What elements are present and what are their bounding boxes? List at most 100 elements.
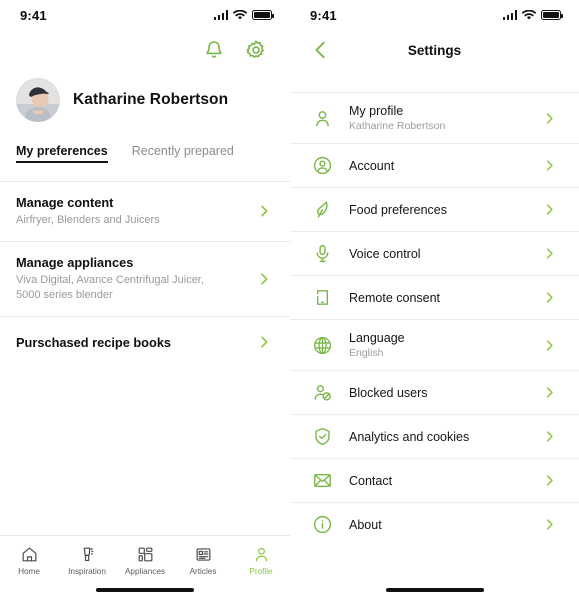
nav-item-appliances[interactable]: Appliances xyxy=(116,545,174,576)
chevron-right-icon[interactable] xyxy=(256,334,272,350)
nav-item-profile[interactable]: Profile xyxy=(232,545,290,576)
chevron-right-icon[interactable] xyxy=(542,385,557,400)
settings-item-text: Analytics and cookies xyxy=(349,430,526,444)
list-item-title: Manage content xyxy=(16,195,114,210)
chevron-right-icon[interactable] xyxy=(256,271,272,287)
bottom-navigation: Home Inspiration Appliances Articles Pro… xyxy=(0,535,290,576)
settings-item-label: Voice control xyxy=(349,246,421,261)
list-item-manage-appliances[interactable]: Manage appliances Viva Digital, Avance C… xyxy=(0,240,290,316)
settings-item-text: Language English xyxy=(349,331,526,359)
settings-item-label: Contact xyxy=(349,473,393,488)
blender-inspiration-icon xyxy=(83,547,93,562)
globe-language-icon xyxy=(313,336,332,354)
leaf-food-icon xyxy=(317,201,328,218)
nav-item-home[interactable]: Home xyxy=(0,545,58,576)
nav-item-articles[interactable]: Articles xyxy=(174,545,232,576)
status-time: 9:41 xyxy=(310,7,337,23)
nav-label: Profile xyxy=(249,567,273,576)
settings-item-contact[interactable]: Contact xyxy=(290,458,579,502)
chevron-right-icon[interactable] xyxy=(542,202,557,217)
battery-icon xyxy=(252,10,274,20)
pref-text: Purschased recipe books xyxy=(16,335,183,350)
settings-item-sublabel: Katharine Robertson xyxy=(349,120,446,132)
settings-list: My profile Katharine Robertson Account F… xyxy=(290,92,579,546)
page-title: Settings xyxy=(407,42,462,58)
status-time: 9:41 xyxy=(20,7,47,23)
settings-item-language[interactable]: Language English xyxy=(290,319,579,370)
article-document-icon xyxy=(196,548,210,561)
list-item-subtitle: Viva Digital, Avance Centrifugal Juicer,… xyxy=(16,273,204,301)
settings-gear-icon[interactable] xyxy=(244,38,268,62)
settings-item-label: Food preferences xyxy=(349,202,447,217)
chevron-left-back-icon[interactable] xyxy=(310,39,332,61)
battery-icon xyxy=(541,10,563,20)
preferences-list: Manage content Airfryer, Blenders and Ju… xyxy=(0,181,290,368)
blocked-user-icon xyxy=(314,385,331,401)
envelope-mail-icon xyxy=(314,474,331,487)
phone-remote-icon xyxy=(316,290,329,305)
settings-item-text: Contact xyxy=(349,474,526,488)
chevron-right-icon[interactable] xyxy=(542,290,557,305)
list-item-title: Manage appliances xyxy=(16,254,134,270)
profile-screen: 9:41 Katharine Robertson My preferences … xyxy=(0,0,290,600)
settings-item-text: Remote consent xyxy=(349,291,526,305)
chevron-right-icon[interactable] xyxy=(542,111,557,126)
home-indicator xyxy=(96,588,194,592)
settings-item-text: Account xyxy=(349,159,526,173)
nav-label: Inspiration xyxy=(68,567,106,576)
settings-item-food-preferences[interactable]: Food preferences xyxy=(290,187,579,231)
home-icon xyxy=(22,547,36,562)
profile-header[interactable]: Katharine Robertson xyxy=(0,64,290,122)
status-bar-left: 9:41 xyxy=(0,0,290,30)
settings-item-my-profile[interactable]: My profile Katharine Robertson xyxy=(290,92,579,143)
preference-tabs: My preferences Recently prepared xyxy=(0,122,290,163)
cellular-signal-icon xyxy=(213,10,228,20)
person-profile-icon xyxy=(255,547,267,562)
notifications-bell-icon[interactable] xyxy=(202,38,226,62)
settings-item-text: My profile Katharine Robertson xyxy=(349,104,526,132)
nav-label: Home xyxy=(18,567,40,576)
nav-item-inspiration[interactable]: Inspiration xyxy=(58,545,116,576)
settings-item-text: Blocked users xyxy=(349,386,526,400)
chevron-right-icon[interactable] xyxy=(542,429,557,444)
microphone-icon xyxy=(316,244,329,263)
chevron-right-icon[interactable] xyxy=(542,338,557,353)
dual-phone-screenshot: 9:41 Katharine Robertson My preferences … xyxy=(0,0,579,600)
avatar[interactable] xyxy=(16,78,60,122)
settings-item-about[interactable]: About xyxy=(290,502,579,546)
nav-label: Appliances xyxy=(124,567,166,576)
info-circle-icon xyxy=(313,515,332,534)
person-icon xyxy=(316,110,329,126)
wifi-icon xyxy=(522,9,536,20)
chevron-right-icon[interactable] xyxy=(542,246,557,261)
settings-item-analytics-and-cookies[interactable]: Analytics and cookies xyxy=(290,414,579,458)
chevron-right-icon[interactable] xyxy=(256,203,272,219)
settings-item-remote-consent[interactable]: Remote consent xyxy=(290,275,579,319)
wifi-icon xyxy=(233,9,247,20)
status-indicators xyxy=(213,9,274,21)
tab-my-preferences[interactable]: My preferences xyxy=(16,144,108,163)
settings-item-text: About xyxy=(349,518,526,532)
header-actions xyxy=(0,30,290,64)
settings-item-account[interactable]: Account xyxy=(290,143,579,187)
chevron-right-icon[interactable] xyxy=(542,158,557,173)
grid-appliances-icon xyxy=(138,547,152,562)
pref-text: Manage content Airfryer, Blenders and Ju… xyxy=(16,195,172,228)
settings-item-text: Voice control xyxy=(349,247,526,261)
chevron-right-icon[interactable] xyxy=(542,473,557,488)
status-indicators xyxy=(502,9,563,21)
settings-item-label: Account xyxy=(349,158,395,173)
tab-recently-prepared[interactable]: Recently prepared xyxy=(132,144,234,163)
shield-check-icon xyxy=(315,427,330,446)
cellular-signal-icon xyxy=(502,10,517,20)
chevron-right-icon[interactable] xyxy=(542,517,557,532)
list-item-purchased-recipe-books[interactable]: Purschased recipe books xyxy=(0,315,290,368)
home-indicator xyxy=(385,588,484,592)
settings-item-label: Language xyxy=(349,331,405,345)
settings-item-voice-control[interactable]: Voice control xyxy=(290,231,579,275)
settings-item-label: Blocked users xyxy=(349,385,428,400)
user-avatar-photo xyxy=(16,78,60,122)
settings-item-text: Food preferences xyxy=(349,203,526,217)
settings-item-blocked-users[interactable]: Blocked users xyxy=(290,370,579,414)
list-item-manage-content[interactable]: Manage content Airfryer, Blenders and Ju… xyxy=(0,181,290,241)
